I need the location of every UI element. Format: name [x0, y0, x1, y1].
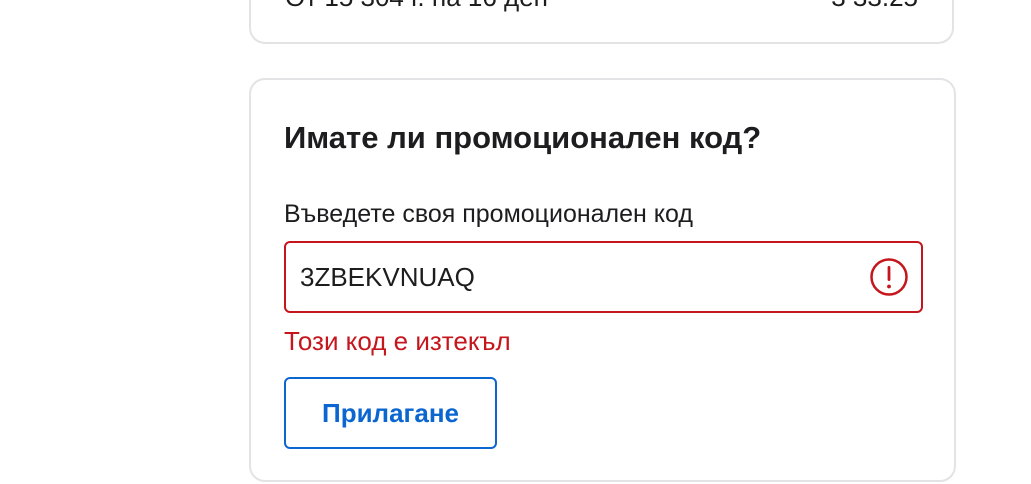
previous-card: От 15 304 г. на 16 ден 3 33.25 [249, 0, 954, 44]
promo-code-card: Имате ли промоционален код? Въведете сво… [249, 78, 956, 482]
promo-field-label: Въведете своя промоционален код [284, 200, 693, 228]
promo-title: Имате ли промоционален код? [284, 120, 762, 155]
promo-error-message: Този код е изтекъл [284, 326, 511, 356]
apply-button[interactable]: Прилагане [284, 377, 497, 449]
promo-code-field [284, 241, 923, 313]
exclamation-circle-icon [870, 258, 908, 296]
previous-card-left-text: От 15 304 г. на 16 ден [285, 0, 548, 13]
promo-code-input[interactable] [300, 243, 840, 311]
previous-card-right-text: 3 33.25 [831, 0, 918, 13]
